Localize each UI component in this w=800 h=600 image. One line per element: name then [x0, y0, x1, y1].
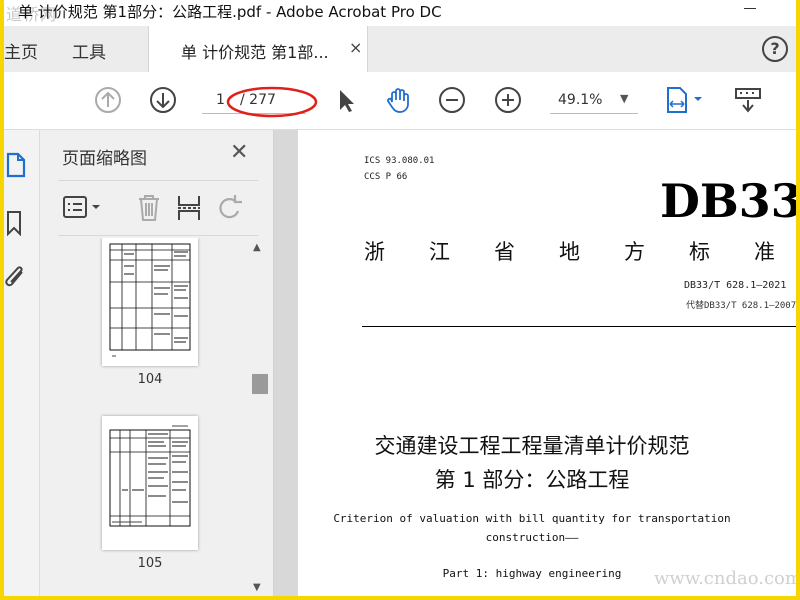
pdf-page: ICS 93.080.01 CCS P 66 DB33 浙江省地方标准 DB33…: [298, 130, 796, 596]
thumbnail-scrollbar[interactable]: ▲ ▼: [250, 242, 268, 596]
watermark-url: www.cndao.com: [654, 568, 796, 589]
zoom-out-icon[interactable]: [438, 86, 466, 114]
previous-page-icon[interactable]: [94, 86, 122, 114]
english-title-line2: construction——: [485, 531, 579, 544]
main-toolbar: 1 / 277 49.1% ▼: [4, 72, 796, 130]
minimize-button[interactable]: [744, 8, 756, 9]
replaces-code: 代替DB33/T 628.1—2007: [686, 301, 796, 311]
thumbnail-table-graphic: [109, 425, 191, 527]
chevron-down-icon: ▼: [620, 92, 629, 105]
tab-document-label: 单 计价规范 第1部...: [181, 43, 329, 62]
thumbnail-panel: 页面缩略图 ✕ 104 105 ▲ ▼: [40, 130, 274, 596]
thumbnail-label: 105: [137, 556, 163, 571]
delete-page-icon[interactable]: [136, 193, 162, 223]
zoom-value: 49.1%: [558, 92, 603, 108]
close-tab-icon[interactable]: ×: [349, 38, 362, 57]
bookmark-icon[interactable]: [6, 210, 22, 236]
ccs-code: CCS P 66: [364, 172, 408, 182]
document-title: 交通建设工程工程量清单计价规范: [374, 434, 690, 458]
document-subtitle: 第 1 部分：公路工程: [434, 468, 630, 492]
tab-home[interactable]: 主页: [4, 38, 38, 63]
hand-tool-icon[interactable]: [384, 86, 412, 114]
options-menu-icon[interactable]: [62, 195, 104, 221]
zoom-select[interactable]: 49.1% ▼: [550, 88, 638, 114]
thumbnail-page-104[interactable]: [102, 238, 198, 366]
scroll-mode-icon[interactable]: [732, 86, 764, 114]
thumbnail-table-graphic: [109, 243, 191, 357]
thumbnail-page-105[interactable]: [102, 416, 198, 550]
select-cursor-icon[interactable]: [332, 86, 360, 114]
thumbnail-label: 104: [137, 372, 163, 387]
tab-bar: 主页 工具 单 计价规范 第1部... × ?: [4, 26, 796, 72]
thumbnail-list: 104 105: [58, 238, 254, 596]
scroll-up-icon[interactable]: ▲: [253, 242, 261, 253]
document-view[interactable]: ICS 93.080.01 CCS P 66 DB33 浙江省地方标准 DB33…: [274, 130, 796, 596]
tab-tools[interactable]: 工具: [72, 38, 106, 63]
scrollbar-thumb[interactable]: [252, 374, 268, 394]
navigation-rail: [4, 130, 40, 596]
red-annotation-ellipse: [226, 86, 318, 118]
rotate-page-icon[interactable]: [216, 193, 244, 223]
page-thumbnails-icon[interactable]: [6, 152, 26, 178]
acrobat-window: 道桥网 单 计价规范 第1部分：公路工程.pdf - Adobe Acrobat…: [4, 0, 796, 596]
help-icon[interactable]: ?: [762, 36, 788, 62]
standard-code: DB33/T 628.1—2021: [684, 280, 787, 291]
header-divider: [362, 326, 796, 327]
english-title-line1: Criterion of valuation with bill quantit…: [333, 512, 731, 525]
next-page-icon[interactable]: [149, 86, 177, 114]
panel-toolbar: [58, 180, 258, 236]
window-title: 单 计价规范 第1部分：公路工程.pdf - Adobe Acrobat Pro…: [18, 3, 442, 21]
extract-page-icon[interactable]: [176, 193, 202, 223]
panel-title: 页面缩略图: [62, 149, 147, 169]
attachment-icon[interactable]: [4, 264, 28, 292]
standard-type: 浙江省地方标准: [364, 240, 796, 264]
title-bar: 道桥网 单 计价规范 第1部分：公路工程.pdf - Adobe Acrobat…: [4, 0, 796, 24]
standard-prefix: DB33: [660, 174, 796, 228]
ics-code: ICS 93.080.01: [364, 156, 435, 166]
tab-document[interactable]: 单 计价规范 第1部... ×: [148, 26, 368, 72]
close-panel-icon[interactable]: ✕: [230, 140, 248, 165]
zoom-in-icon[interactable]: [494, 86, 522, 114]
fit-page-icon[interactable]: [664, 86, 708, 114]
scroll-down-icon[interactable]: ▼: [253, 582, 261, 593]
